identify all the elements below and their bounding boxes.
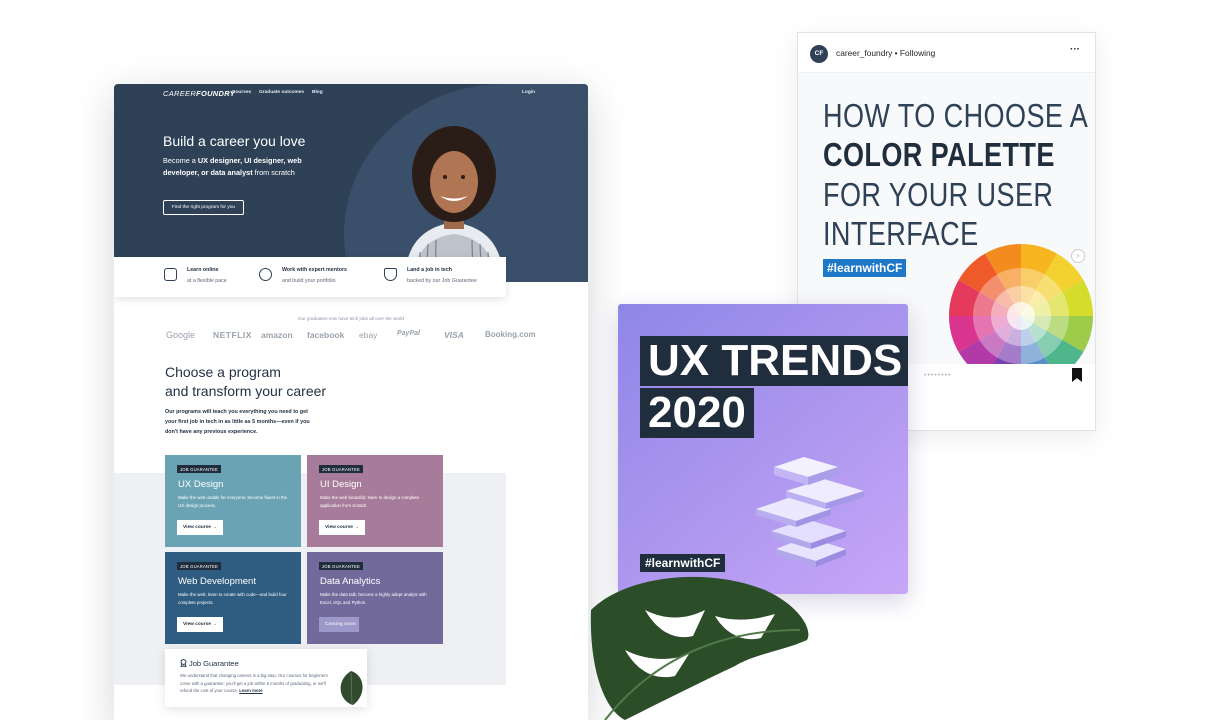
feature-text: backed by our Job Guarantee	[407, 278, 477, 284]
brand-logo-visa: VISA	[444, 330, 464, 340]
laptop-icon	[164, 268, 177, 281]
brand-logos: Google NETFLIX amazon facebook ebay PayP…	[164, 330, 544, 344]
program-card-ux-design[interactable]: JOB GUARANTEE UX Design Make the web usa…	[165, 455, 301, 547]
website-screenshot: CAREERFOUNDRY Courses Graduate outcomes …	[114, 84, 588, 720]
program-title: Web Development	[178, 576, 256, 587]
choose-title-line-2: and transform your career	[165, 383, 327, 399]
nav-graduate-outcomes[interactable]: Graduate outcomes	[259, 90, 304, 95]
program-title: UX Design	[178, 479, 224, 490]
program-title: Data Analytics	[320, 576, 381, 587]
carousel-dots: ••••••••	[924, 372, 952, 379]
next-slide-button[interactable]: ›	[1071, 249, 1085, 263]
ux-trends-line-1: UX TRENDS	[640, 336, 908, 386]
view-course-button[interactable]: View course →	[319, 520, 365, 535]
more-options-icon[interactable]: ···	[1070, 44, 1080, 55]
program-description: Make the web; learn to create with code—…	[178, 592, 287, 605]
job-guarantee-badge: JOB GUARANTEE	[319, 465, 363, 473]
job-guarantee-badge: JOB GUARANTEE	[177, 465, 221, 473]
choose-program-heading: Choose a program and transform your care…	[165, 363, 365, 401]
feature-title: Land a job in tech	[407, 267, 453, 273]
small-leaf-image	[340, 671, 363, 705]
program-card-data-analytics[interactable]: JOB GUARANTEE Data Analytics Make the da…	[307, 552, 443, 644]
hero-subtitle: Become a UX designer, UI designer, web d…	[163, 155, 313, 179]
job-guarantee-card: Job Guarantee We understand that changin…	[165, 649, 367, 707]
job-guarantee-badge: JOB GUARANTEE	[319, 562, 363, 570]
post-hashtag: #learnwithCF	[823, 259, 907, 277]
brand-logo-amazon: amazon	[261, 330, 293, 340]
learn-more-link[interactable]: Learn more	[239, 688, 262, 693]
view-course-button[interactable]: View course →	[177, 520, 223, 535]
program-description: Make the data talk; become a highly adep…	[320, 592, 427, 605]
program-card-ui-design[interactable]: JOB GUARANTEE UI Design Make the web bea…	[307, 455, 443, 547]
post-line-3: FOR YOUR USER	[823, 176, 1054, 213]
program-description: Make the web usable for everyone; become…	[178, 495, 288, 508]
monstera-leaf-image	[590, 576, 809, 720]
hero-section: CAREERFOUNDRY Courses Graduate outcomes …	[114, 84, 588, 282]
bookmark-icon[interactable]	[1072, 368, 1082, 382]
top-nav: CAREERFOUNDRY Courses Graduate outcomes …	[114, 84, 588, 104]
feature-text: and build your portfolio	[282, 278, 336, 284]
find-program-button[interactable]: Find the right program for you	[163, 200, 244, 215]
feature-title: Work with expert mentors	[282, 267, 347, 273]
hero-title: Build a career you love	[163, 133, 306, 149]
mentors-icon	[259, 268, 272, 281]
brand-logo-ebay: ebay	[359, 330, 378, 340]
nav-courses[interactable]: Courses	[232, 90, 251, 95]
brand-logo-paypal: PayPal	[397, 330, 420, 337]
brand-logo-netflix: NETFLIX	[213, 330, 252, 340]
hero-subtitle-pre: Become a	[163, 156, 198, 165]
trust-line: Our graduates now have tech jobs all ove…	[298, 316, 404, 321]
view-course-button[interactable]: View course →	[177, 617, 223, 632]
nav-blog[interactable]: Blog	[312, 90, 323, 95]
post-line-2: COLOR PALETTE	[823, 136, 1055, 173]
job-guarantee-text: We understand that changing careers is a…	[180, 672, 330, 695]
program-card-web-development[interactable]: JOB GUARANTEE Web Development Make the w…	[165, 552, 301, 644]
shield-icon	[384, 268, 397, 281]
feature-title: Learn online	[187, 267, 219, 273]
feature-text: at a flexible pace	[187, 278, 227, 284]
brand-logo-booking: Booking.com	[485, 330, 536, 339]
ux-trends-card: UX TRENDS 2020 #learnwithCF	[618, 304, 908, 594]
program-description: Make the web beautiful; learn to design …	[320, 495, 420, 508]
job-guarantee-title: Job Guarantee	[189, 659, 239, 668]
post-line-1: HOW TO CHOOSE A	[823, 97, 1089, 134]
logo-foundry: FOUNDRY	[196, 89, 236, 98]
hero-portrait-image	[404, 126, 504, 282]
coming-soon-button: Coming soon	[319, 617, 359, 632]
hero-subtitle-post: from scratch	[252, 168, 295, 177]
brand-logo-google: Google	[166, 330, 196, 340]
features-bar: Learn online at a flexible pace Work wit…	[114, 257, 506, 297]
avatar[interactable]: CF	[810, 45, 828, 63]
program-title: UI Design	[320, 479, 362, 490]
nav-login[interactable]: Login	[522, 90, 535, 95]
choose-program-text: Our programs will teach you everything y…	[165, 409, 310, 435]
ux-trends-line-2: 2020	[640, 388, 754, 438]
brand-logo-facebook: facebook	[307, 330, 345, 340]
careerfoundry-logo[interactable]: CAREERFOUNDRY	[163, 89, 235, 98]
instagram-header: CF career_foundry • Following ···	[798, 33, 1095, 73]
instagram-username[interactable]: career_foundry • Following	[836, 48, 935, 58]
job-guarantee-badge: JOB GUARANTEE	[177, 562, 221, 570]
logo-career: CAREER	[163, 89, 197, 98]
badge-icon	[180, 659, 187, 667]
stacked-blocks-illustration	[756, 457, 864, 567]
choose-title-line-1: Choose a program	[165, 364, 281, 380]
